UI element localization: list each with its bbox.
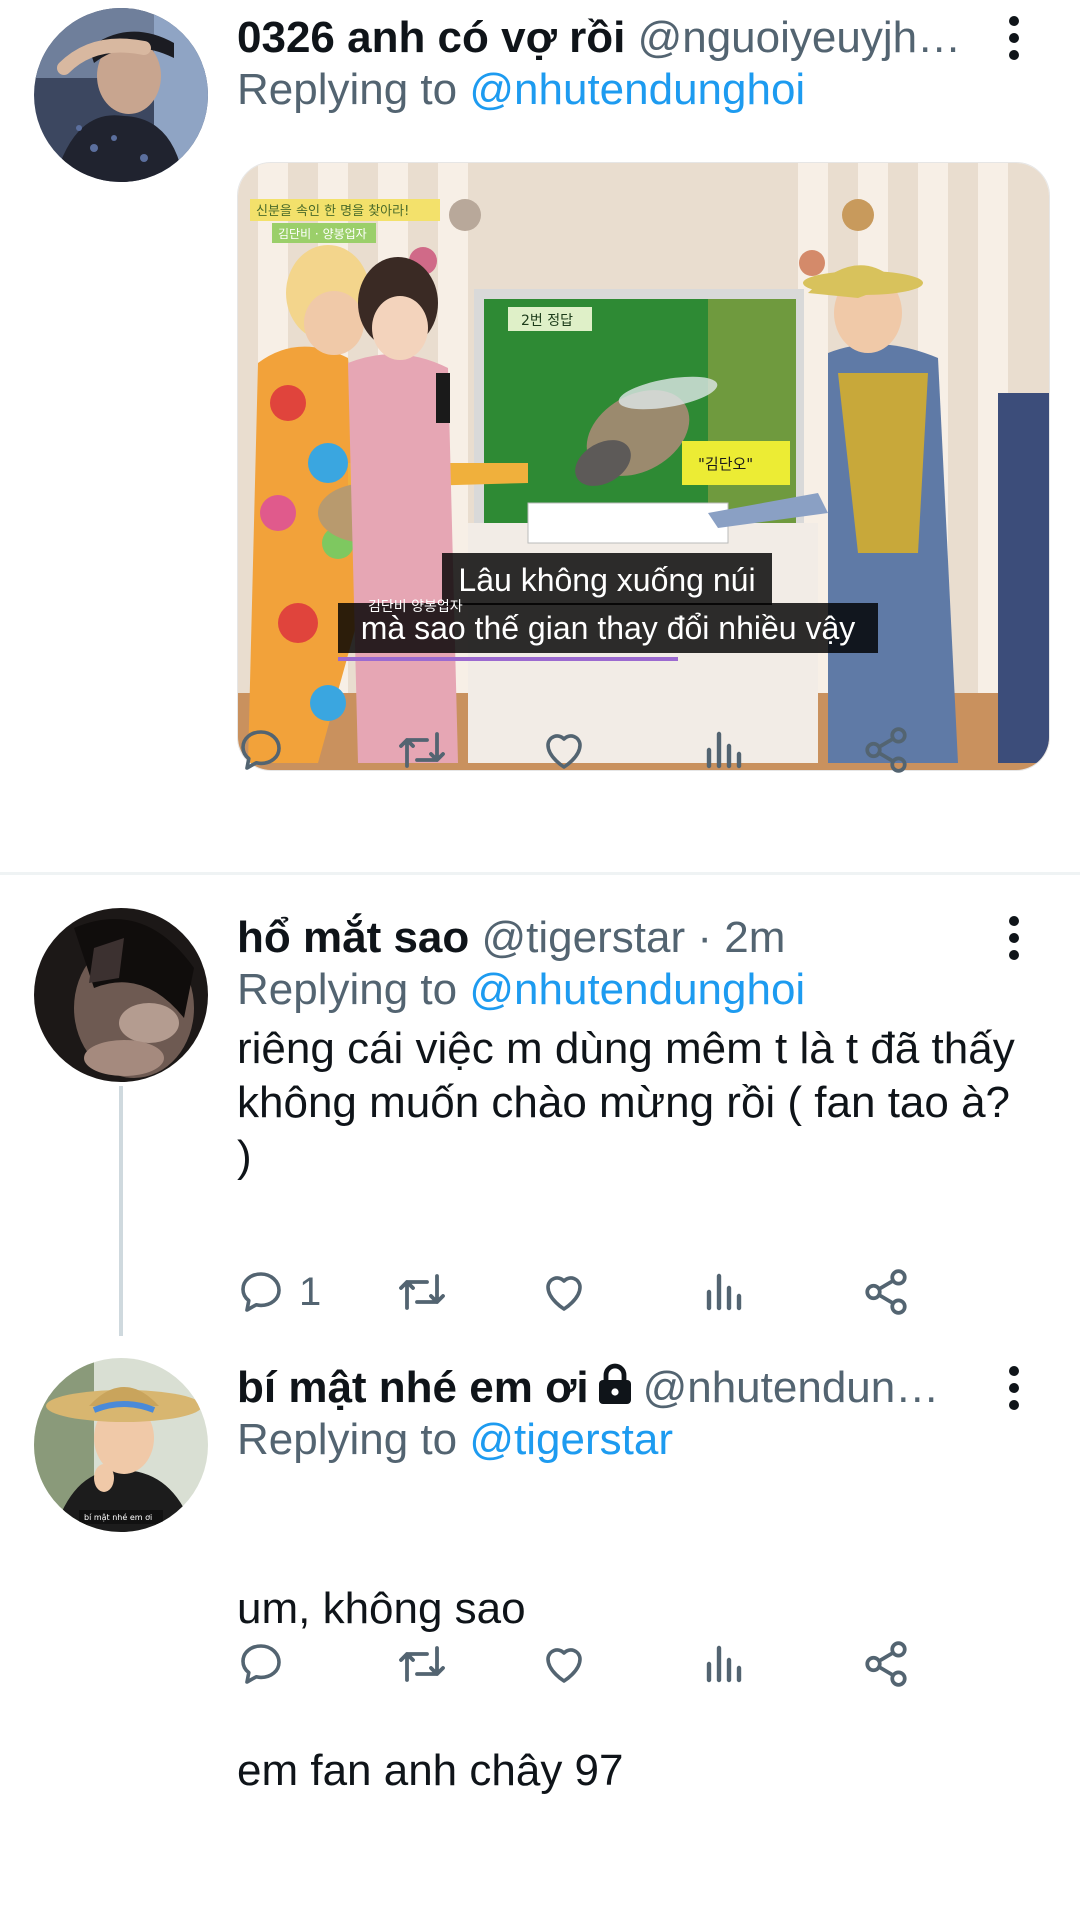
reply-icon xyxy=(241,730,281,770)
like-button[interactable] xyxy=(540,720,602,780)
tweet-2: hổ mắt sao @tigerstar · 2m Replying to @… xyxy=(0,900,1080,1340)
replying-to-link[interactable]: @tigerstar xyxy=(469,1415,673,1464)
user-handle[interactable]: @nhutendun… xyxy=(643,1363,940,1412)
subtitle-line-1: Lâu không xuống núi xyxy=(458,562,755,598)
tweet-header: 0326 anh có vợ rồi @nguoiyeuyjh… xyxy=(237,12,1000,64)
small-caption: 김단비 양봉업자 xyxy=(368,599,463,615)
like-icon xyxy=(546,734,582,769)
like-icon xyxy=(546,1276,582,1311)
retweet-button[interactable] xyxy=(395,1634,463,1694)
tweet-3: bí mật nhé em ơi bí mật nhé em ơi @nhuten… xyxy=(0,1350,1080,1795)
reply-button[interactable] xyxy=(237,720,299,780)
timestamp[interactable]: · 2m xyxy=(685,913,785,962)
avatar-caption: bí mật nhé em ơi xyxy=(84,1512,152,1523)
share-button[interactable] xyxy=(861,1262,925,1322)
display-name[interactable]: 0326 anh có vợ rồi xyxy=(237,13,625,62)
tweet-actions: 1 xyxy=(237,1262,1017,1322)
lock-icon xyxy=(598,1363,631,1404)
replying-prefix: Replying to xyxy=(237,65,470,114)
like-button[interactable] xyxy=(540,1262,602,1322)
views-button[interactable] xyxy=(703,1262,761,1322)
tweet-media-image[interactable]: 신분을 속인 한 명을 찾아라! 김단비 · 양봉업자 2번 정답 "김단오" xyxy=(237,162,1050,771)
share-icon xyxy=(865,1641,907,1687)
views-icon xyxy=(706,1273,742,1311)
display-name[interactable]: hổ mắt sao xyxy=(237,913,469,962)
board-card: "김단오" xyxy=(698,455,753,473)
subtitle-line-2: mà sao thế gian thay đổi nhiều vậy xyxy=(361,610,856,646)
avatar[interactable] xyxy=(34,8,208,182)
share-button[interactable] xyxy=(861,720,925,780)
tweet-actions xyxy=(237,1634,1017,1694)
views-button[interactable] xyxy=(703,1634,761,1694)
avatar[interactable]: bí mật nhé em ơi xyxy=(34,1358,208,1532)
tweet-text: riêng cái việc m dùng mêm t là t đã thấy… xyxy=(237,1024,1027,1181)
replying-to-link[interactable]: @nhutendunghoi xyxy=(469,65,805,114)
display-name[interactable]: bí mật nhé em ơi xyxy=(237,1363,589,1412)
tweet-text-line-1: um, không sao xyxy=(237,1584,526,1633)
retweet-icon xyxy=(399,1646,445,1682)
divider xyxy=(0,872,1080,875)
like-button[interactable] xyxy=(540,1634,602,1694)
retweet-button[interactable] xyxy=(395,720,463,780)
replying-prefix: Replying to xyxy=(237,1415,470,1464)
tweet-text-line-2: em fan anh chây 97 xyxy=(237,1746,624,1795)
more-options-icon[interactable] xyxy=(1000,1362,1028,1414)
reply-icon xyxy=(241,1272,281,1312)
user-handle[interactable]: @nguoiyeuyjh… xyxy=(638,13,962,62)
tweet-1: 0326 anh có vợ rồi @nguoiyeuyjh… Replyin… xyxy=(0,0,1080,800)
reply-button[interactable] xyxy=(237,1634,299,1694)
tweet-header: hổ mắt sao @tigerstar · 2m xyxy=(237,912,1000,964)
more-options-icon[interactable] xyxy=(1000,912,1028,964)
views-icon xyxy=(706,731,742,769)
retweet-button[interactable] xyxy=(395,1262,463,1322)
replying-to: Replying to @tigerstar xyxy=(237,1414,673,1466)
reply-button[interactable]: 1 xyxy=(237,1262,321,1322)
more-options-icon[interactable] xyxy=(1000,12,1028,64)
thread-line xyxy=(119,1086,123,1336)
views-icon xyxy=(706,1645,742,1683)
korean-caption-top: 신분을 속인 한 명을 찾아라! xyxy=(256,204,409,219)
reply-icon xyxy=(241,1644,281,1684)
replying-to: Replying to @nhutendunghoi xyxy=(237,964,805,1016)
retweet-icon xyxy=(399,732,445,768)
tweet-actions xyxy=(237,720,1017,780)
replying-to-link[interactable]: @nhutendunghoi xyxy=(469,965,805,1014)
tweet-header: bí mật nhé em ơi @nhutendun… xyxy=(237,1362,1000,1414)
replying-prefix: Replying to xyxy=(237,965,470,1014)
reply-count: 1 xyxy=(299,1269,322,1314)
avatar[interactable] xyxy=(34,908,208,1082)
board-label: 2번 정답 xyxy=(521,313,573,329)
share-icon xyxy=(865,1269,907,1315)
user-handle[interactable]: @tigerstar xyxy=(482,913,686,962)
korean-caption-names: 김단비 · 양봉업자 xyxy=(278,227,367,241)
replying-to: Replying to @nhutendunghoi xyxy=(237,64,805,116)
like-icon xyxy=(546,1648,582,1683)
retweet-icon xyxy=(399,1274,445,1310)
share-icon xyxy=(865,727,907,773)
share-button[interactable] xyxy=(861,1634,925,1694)
views-button[interactable] xyxy=(703,720,761,780)
